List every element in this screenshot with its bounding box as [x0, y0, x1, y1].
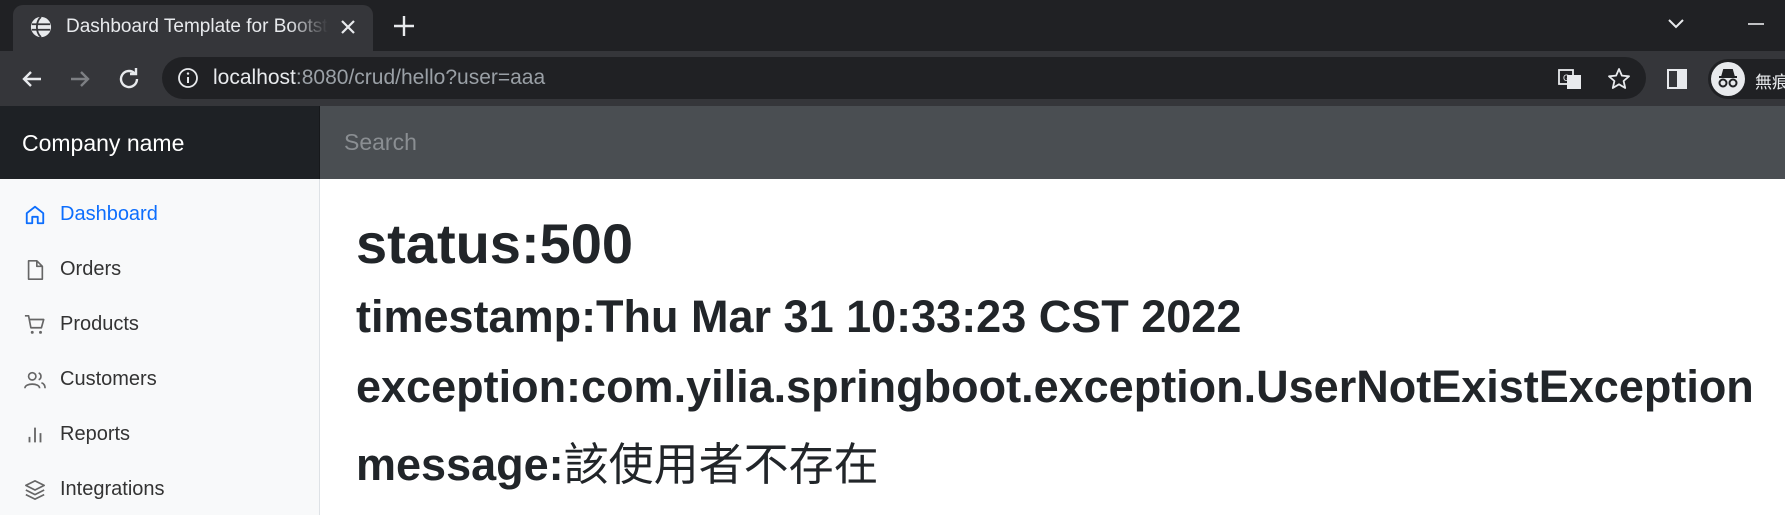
sidebar-item-dashboard[interactable]: Dashboard	[0, 191, 319, 237]
close-tab-icon[interactable]	[336, 15, 360, 39]
layers-icon	[25, 480, 45, 500]
brand-name: Company name	[22, 130, 185, 156]
url-host: localhost	[213, 66, 296, 89]
sidebar-item-label: Dashboard	[60, 203, 158, 225]
search-input[interactable]	[320, 106, 1785, 179]
url-path: :8080/crud/hello?user=aaa	[295, 66, 546, 89]
globe-icon	[30, 16, 52, 38]
tab-title: Dashboard Template for Bootstrap	[66, 16, 328, 37]
sidebar-item-label: Reports	[60, 423, 131, 445]
incognito-profile-button[interactable]: 無痕	[1708, 59, 1785, 99]
sidebar-item-customers[interactable]: Customers	[0, 356, 319, 402]
sidebar-item-label: Orders	[60, 258, 122, 280]
error-timestamp: timestamp:Thu Mar 31 10:33:23 CST 2022	[356, 291, 1242, 342]
error-exception: exception:com.yilia.springboot.exception…	[356, 361, 1754, 412]
bar-chart-icon	[28, 427, 42, 443]
sidebar: Dashboard Orders Products Customers Repo…	[0, 179, 320, 515]
translate-icon[interactable]: G	[1557, 66, 1583, 92]
info-icon[interactable]	[177, 67, 199, 89]
browser-tab[interactable]: Dashboard Template for Bootstrap	[13, 5, 373, 51]
svg-text:G: G	[1563, 73, 1570, 83]
browser-tab-strip: Dashboard Template for Bootstrap	[0, 0, 1785, 51]
sidebar-item-label: Products	[60, 313, 139, 335]
error-message: message:該使用者不存在	[356, 428, 879, 493]
main-content: status:500 timestamp:Thu Mar 31 10:33:23…	[320, 179, 1785, 515]
sidebar-item-label: Integrations	[60, 478, 165, 500]
error-status: status:500	[356, 212, 634, 275]
home-icon	[25, 205, 45, 225]
top-navbar: Company name	[0, 106, 1785, 179]
address-bar[interactable]: localhost:8080/crud/hello?user=aaa G	[162, 57, 1646, 99]
sidebar-item-products[interactable]: Products	[0, 301, 319, 347]
shopping-cart-icon	[24, 315, 45, 334]
error-message-value: 該使用者不存在	[563, 438, 879, 491]
sidebar-item-orders[interactable]: Orders	[0, 246, 319, 292]
sidebar-item-reports[interactable]: Reports	[0, 411, 319, 457]
incognito-icon	[1711, 62, 1745, 96]
chevron-down-icon[interactable]	[1662, 12, 1690, 36]
users-icon	[24, 371, 46, 389]
minimize-icon[interactable]	[1736, 12, 1776, 36]
browser-toolbar: localhost:8080/crud/hello?user=aaa G 無痕	[0, 51, 1785, 106]
file-icon	[27, 260, 44, 280]
side-panel-icon[interactable]	[1665, 67, 1689, 91]
error-message-label: message:	[356, 439, 564, 490]
reload-icon[interactable]	[112, 62, 146, 96]
new-tab-icon[interactable]	[390, 12, 418, 40]
url-text[interactable]: localhost:8080/crud/hello?user=aaa	[213, 66, 545, 90]
forward-icon[interactable]	[63, 62, 97, 96]
brand[interactable]: Company name	[0, 106, 320, 179]
profile-label: 無痕	[1755, 73, 1785, 93]
back-icon[interactable]	[15, 62, 49, 96]
bookmark-star-icon[interactable]	[1606, 66, 1632, 92]
sidebar-item-integrations[interactable]: Integrations	[0, 466, 319, 512]
sidebar-item-label: Customers	[60, 368, 157, 390]
